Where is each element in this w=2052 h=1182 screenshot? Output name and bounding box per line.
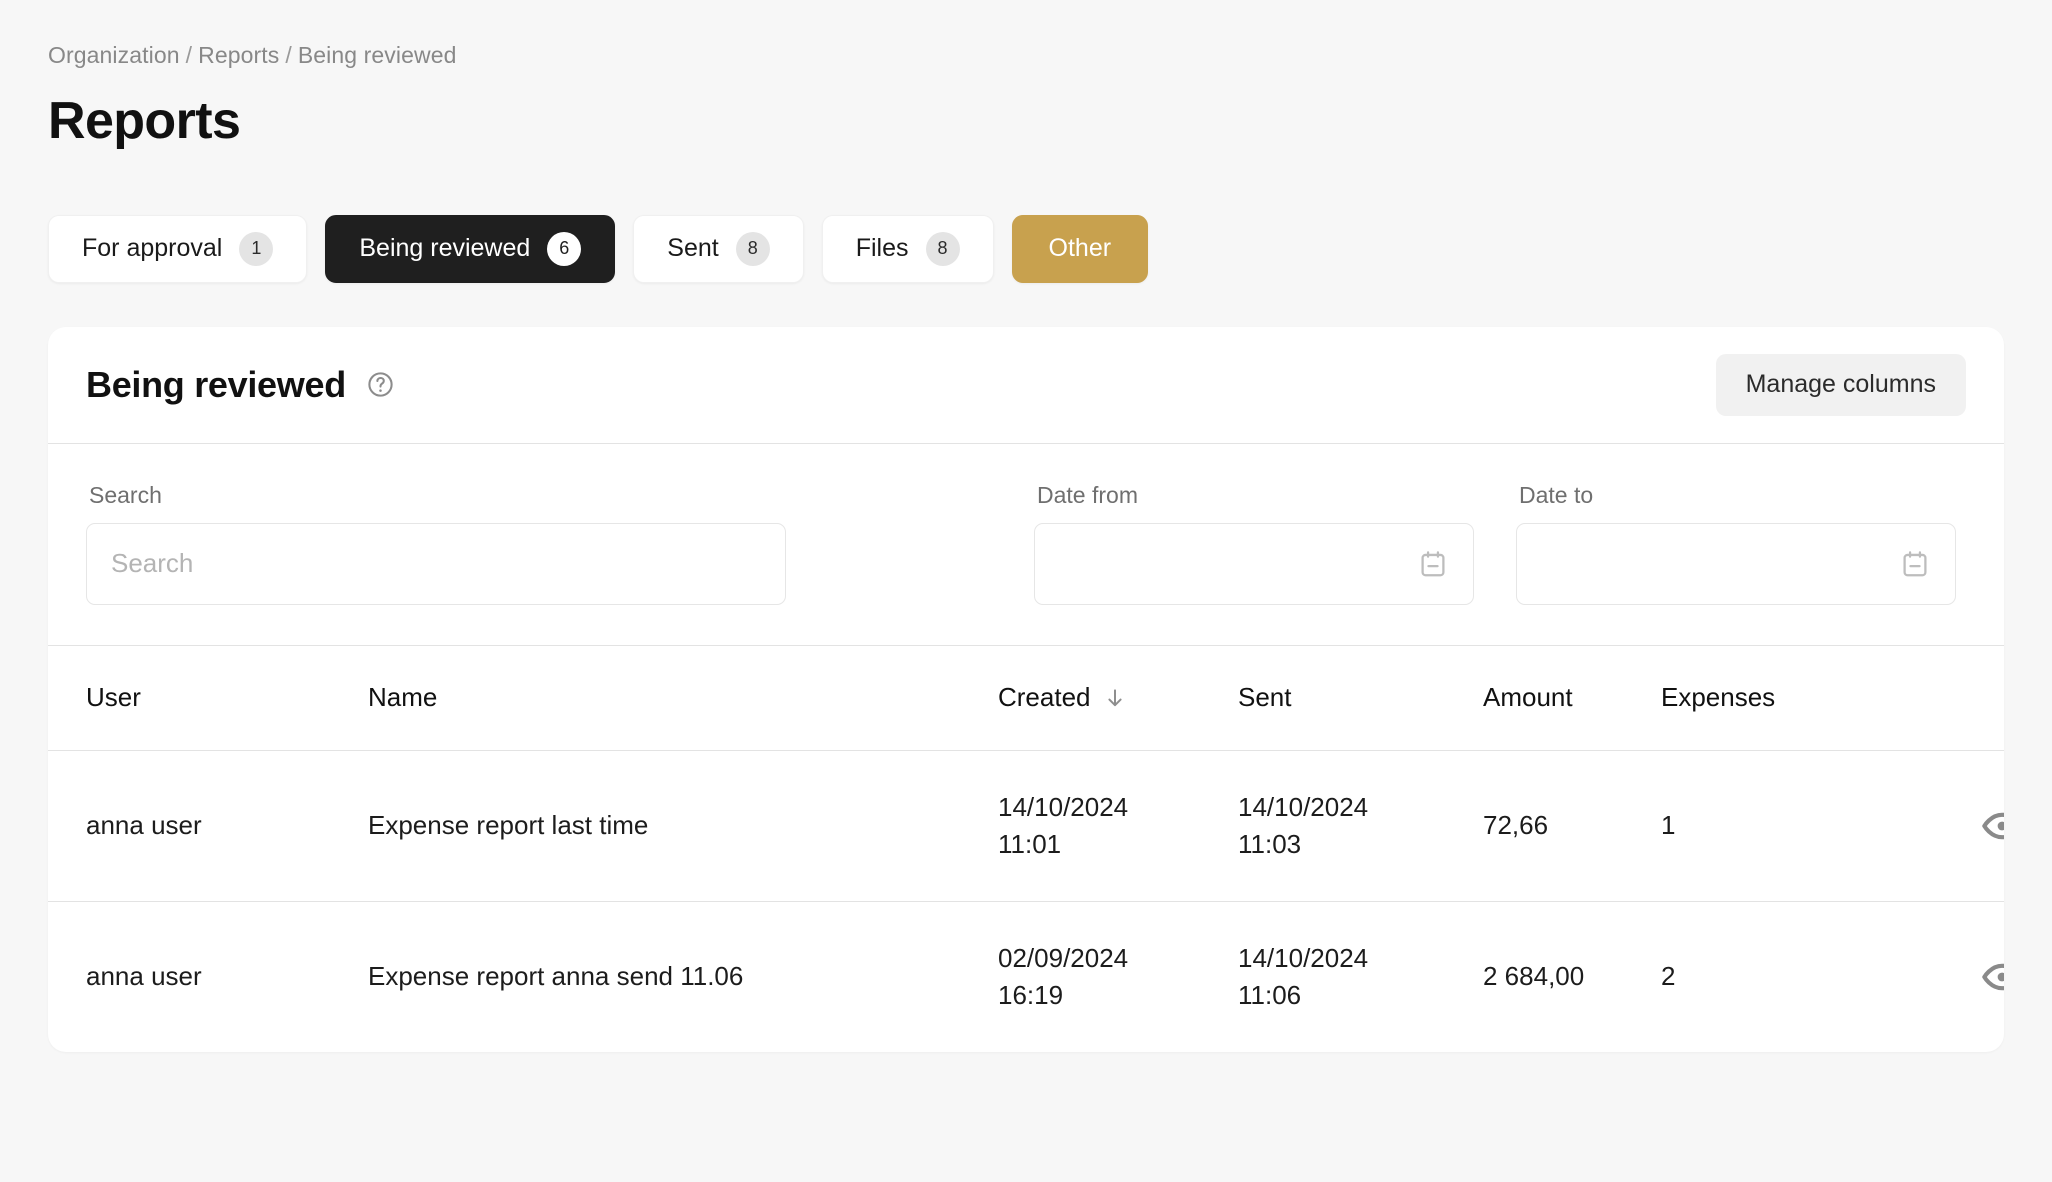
column-header-name[interactable]: Name bbox=[368, 682, 998, 713]
tab-bar: For approval 1 Being reviewed 6 Sent 8 F… bbox=[48, 214, 2004, 283]
tab-files[interactable]: Files 8 bbox=[821, 214, 994, 283]
cell-sent-time: 11:06 bbox=[1238, 979, 1302, 1010]
cell-name: Expense report anna send 11.06 bbox=[368, 961, 744, 992]
tab-badge-count: 1 bbox=[239, 231, 274, 266]
breadcrumb-separator: / bbox=[285, 42, 292, 68]
table-row[interactable]: anna user Expense report last time 14/10… bbox=[48, 751, 2004, 901]
cell-view-action bbox=[1981, 805, 2004, 847]
tab-sent[interactable]: Sent 8 bbox=[633, 214, 804, 283]
column-header-created[interactable]: Created bbox=[998, 682, 1238, 713]
table-row[interactable]: anna user Expense report anna send 11.06… bbox=[48, 902, 2004, 1052]
date-to-field-group: Date to bbox=[1516, 482, 1956, 605]
date-from-input-box[interactable] bbox=[1034, 522, 1474, 605]
column-header-user[interactable]: User bbox=[86, 682, 368, 713]
search-field-group: Search bbox=[86, 482, 786, 605]
reports-card: Being reviewed Manage columns Search Sea… bbox=[48, 326, 2004, 1052]
column-header-created-label: Created bbox=[998, 682, 1091, 713]
tab-label: Sent bbox=[667, 234, 719, 263]
cell-sent: 14/10/2024 11:03 bbox=[1238, 789, 1483, 863]
breadcrumb: Organization / Reports / Being reviewed bbox=[48, 0, 2004, 69]
column-header-sent[interactable]: Sent bbox=[1238, 682, 1483, 713]
reports-page: Organization / Reports / Being reviewed Repo… bbox=[0, 0, 2052, 1182]
tab-label: Other bbox=[1048, 234, 1112, 263]
table-header-row: User Name Created Sent Amount Expenses bbox=[48, 646, 2004, 750]
breadcrumb-item-being-reviewed[interactable]: Being reviewed bbox=[298, 42, 457, 68]
date-to-input[interactable] bbox=[1541, 523, 1899, 604]
cell-user: anna user bbox=[86, 810, 202, 841]
tab-other[interactable]: Other bbox=[1011, 214, 1149, 283]
cell-sent-time: 11:03 bbox=[1238, 828, 1302, 859]
eye-icon bbox=[1981, 805, 2004, 847]
breadcrumb-separator: / bbox=[185, 42, 193, 68]
card-header-left: Being reviewed bbox=[86, 364, 395, 406]
cell-created: 02/09/2024 16:19 bbox=[998, 940, 1238, 1014]
date-to-input-box[interactable] bbox=[1516, 522, 1956, 605]
view-report-button[interactable] bbox=[1981, 956, 2004, 998]
cell-sent-date: 14/10/2024 bbox=[1238, 791, 1369, 822]
search-input[interactable] bbox=[111, 523, 761, 604]
page-title: Reports bbox=[48, 92, 241, 150]
tab-label: Being reviewed bbox=[359, 234, 531, 263]
breadcrumb-item-organization[interactable]: Organization bbox=[48, 42, 180, 68]
calendar-icon[interactable] bbox=[1417, 548, 1449, 580]
cell-sent-date: 14/10/2024 bbox=[1238, 942, 1369, 973]
manage-columns-button[interactable]: Manage columns bbox=[1715, 353, 1966, 416]
cell-created-time: 11:01 bbox=[998, 828, 1062, 859]
cell-name: Expense report last time bbox=[368, 810, 649, 841]
filter-bar: Search Date from D bbox=[48, 444, 2004, 645]
date-from-label: Date from bbox=[1037, 481, 1138, 508]
card-title: Being reviewed bbox=[86, 363, 346, 405]
view-report-button[interactable] bbox=[1981, 805, 2004, 847]
tab-for-approval[interactable]: For approval 1 bbox=[48, 214, 308, 283]
cell-expenses: 1 bbox=[1661, 810, 1676, 841]
date-from-field-group: Date from bbox=[1034, 482, 1474, 605]
cell-created: 14/10/2024 11:01 bbox=[998, 789, 1238, 863]
column-header-expenses[interactable]: Expenses bbox=[1661, 682, 1981, 713]
tab-badge-count: 6 bbox=[547, 231, 582, 266]
cell-created-date: 02/09/2024 bbox=[998, 942, 1129, 973]
question-circle-icon[interactable] bbox=[366, 370, 395, 399]
tab-label: Files bbox=[855, 234, 909, 263]
reports-table: User Name Created Sent Amount Expenses a… bbox=[48, 646, 2004, 1052]
tab-badge-count: 8 bbox=[735, 231, 770, 266]
tab-being-reviewed[interactable]: Being reviewed 6 bbox=[325, 214, 616, 283]
cell-sent: 14/10/2024 11:06 bbox=[1238, 940, 1483, 1014]
cell-amount: 2 684,00 bbox=[1483, 961, 1585, 992]
tab-badge-count: 8 bbox=[925, 231, 960, 266]
breadcrumb-item-reports[interactable]: Reports bbox=[198, 42, 279, 68]
cell-amount: 72,66 bbox=[1483, 810, 1549, 841]
date-from-input[interactable] bbox=[1059, 523, 1417, 604]
cell-created-date: 14/10/2024 bbox=[998, 791, 1129, 822]
cell-created-time: 16:19 bbox=[998, 979, 1064, 1010]
eye-icon bbox=[1981, 956, 2004, 998]
cell-expenses: 2 bbox=[1661, 961, 1676, 992]
search-label: Search bbox=[89, 481, 162, 508]
search-input-box[interactable] bbox=[86, 522, 786, 605]
cell-user: anna user bbox=[86, 961, 202, 992]
cell-view-action bbox=[1981, 956, 2004, 998]
calendar-icon[interactable] bbox=[1899, 548, 1931, 580]
column-header-amount[interactable]: Amount bbox=[1483, 682, 1661, 713]
card-header: Being reviewed Manage columns bbox=[48, 327, 2004, 443]
tab-label: For approval bbox=[82, 234, 223, 263]
arrow-down-icon bbox=[1103, 685, 1127, 711]
date-to-label: Date to bbox=[1519, 481, 1594, 508]
